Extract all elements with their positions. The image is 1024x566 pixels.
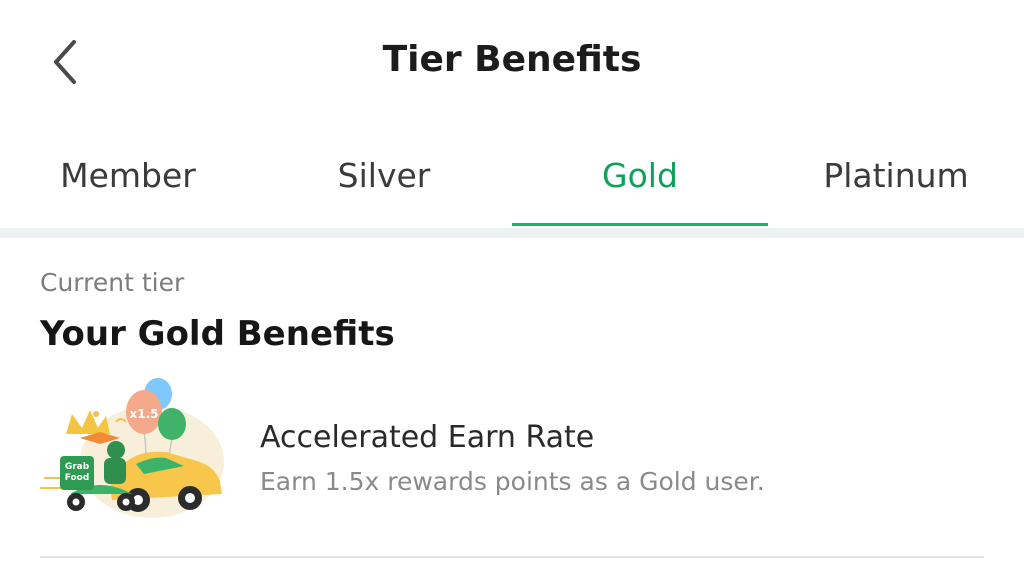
top-bar: Tier Benefits <box>0 0 1024 120</box>
back-button[interactable] <box>40 36 92 88</box>
section-title: Your Gold Benefits <box>40 314 395 354</box>
benefit-description: Earn 1.5x rewards points as a Gold user. <box>260 467 765 496</box>
active-tab-indicator <box>512 223 768 226</box>
tab-label: Silver <box>337 156 431 195</box>
benefit-title: Accelerated Earn Rate <box>260 420 595 455</box>
chevron-left-icon <box>54 40 76 84</box>
grabfood-delivery-illustration: x1.5 Grab Food <box>40 376 230 526</box>
tab-label: Member <box>60 156 196 195</box>
list-divider <box>40 556 984 558</box>
tier-benefits-screen: Tier Benefits Member Silver Gold Platinu… <box>0 0 1024 566</box>
tab-silver[interactable]: Silver <box>256 140 512 228</box>
tabs-divider <box>0 228 1024 238</box>
tab-label: Gold <box>602 156 678 195</box>
grabfood-box-text: Food <box>65 473 90 483</box>
tab-member[interactable]: Member <box>0 140 256 228</box>
benefit-item: x1.5 Grab Food Accelerated Earn Rate Ear… <box>40 376 984 526</box>
multiplier-badge-text: x1.5 <box>130 407 159 421</box>
tab-platinum[interactable]: Platinum <box>768 140 1024 228</box>
current-tier-label: Current tier <box>40 268 185 297</box>
tab-gold[interactable]: Gold <box>512 140 768 228</box>
page-title: Tier Benefits <box>382 39 642 80</box>
benefit-text: Accelerated Earn Rate Earn 1.5x rewards … <box>260 416 980 502</box>
tier-tabs: Member Silver Gold Platinum <box>0 140 1024 228</box>
tab-label: Platinum <box>823 156 969 195</box>
grabfood-box-text: Grab <box>65 462 90 472</box>
benefits-section-header: Current tier Your Gold Benefits <box>40 262 984 360</box>
